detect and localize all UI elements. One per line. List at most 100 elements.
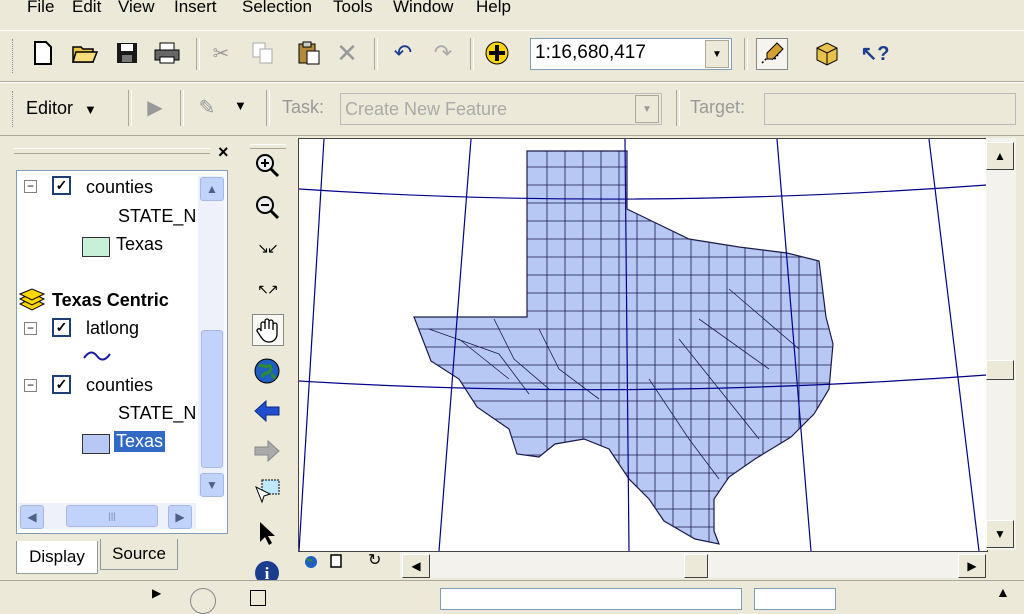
full-extent-globe-icon[interactable] [252, 356, 282, 386]
collapse-icon[interactable]: − [24, 379, 37, 392]
select-features-icon[interactable] [252, 476, 282, 506]
symbol-swatch[interactable] [82, 434, 110, 454]
menu-file[interactable]: File [27, 0, 54, 17]
layer-visibility-checkbox[interactable]: ✓ [52, 176, 71, 195]
delete-icon[interactable]: ✕ [332, 38, 362, 68]
map-display[interactable] [298, 138, 988, 552]
scroll-right-icon[interactable]: ▶ [958, 554, 986, 578]
menu-selection[interactable]: Selection [242, 0, 312, 17]
scroll-down-icon[interactable]: ▼ [986, 520, 1014, 548]
menu-edit[interactable]: Edit [72, 0, 101, 17]
layer-name[interactable]: counties [86, 375, 153, 396]
menu-insert[interactable]: Insert [174, 0, 217, 17]
zoom-in-icon[interactable] [252, 150, 282, 180]
task-label: Task: [282, 97, 325, 117]
task-dropdown[interactable]: Create New Feature ▼ [340, 93, 662, 125]
chevron-down-icon: ▼ [84, 102, 97, 117]
map-vertical-scrollbar[interactable] [986, 138, 1016, 550]
rectangle-icon[interactable] [250, 590, 266, 606]
layer-visibility-checkbox[interactable]: ✓ [52, 375, 71, 394]
menu-tools[interactable]: Tools [333, 0, 373, 17]
menu-view[interactable]: View [118, 0, 155, 17]
toolbar-grip[interactable] [12, 39, 16, 73]
scroll-left-icon[interactable]: ◀ [402, 554, 430, 578]
toolbar-grip[interactable] [12, 91, 16, 127]
arctoolbox-icon[interactable] [812, 38, 842, 68]
chevron-down-icon[interactable]: ▼ [635, 95, 659, 123]
data-view-icon[interactable] [304, 555, 318, 572]
tab-source-label: Source [112, 544, 166, 563]
task-value: Create New Feature [345, 99, 508, 119]
cut-icon[interactable]: ✂ [206, 38, 236, 68]
menu-window[interactable]: Window [393, 0, 453, 17]
copy-icon[interactable] [248, 38, 278, 68]
pan-hand-icon[interactable] [252, 314, 284, 346]
symbol-label-selected: Texas [114, 431, 166, 452]
editor-menu-label: Editor [26, 98, 74, 118]
map-scale-combo[interactable]: 1:16,680,417 ▼ [530, 38, 732, 70]
edit-tool-arrow-icon[interactable]: ▶ [140, 92, 170, 122]
paste-icon[interactable] [294, 38, 324, 68]
whats-this-help-icon[interactable]: ↖? [860, 38, 890, 68]
print-icon[interactable] [152, 38, 182, 68]
go-back-arrow-icon[interactable] [252, 396, 282, 426]
map-scale-value: 1:16,680,417 [535, 42, 646, 63]
sketch-pencil-icon[interactable]: ✎ [192, 92, 222, 122]
tab-source[interactable]: Source [100, 539, 178, 570]
open-folder-icon[interactable] [70, 38, 100, 68]
data-frame-name[interactable]: Texas Centric [52, 290, 169, 311]
scroll-thumb[interactable] [986, 360, 1014, 380]
close-icon[interactable]: × [218, 142, 229, 163]
texas-fill-shape [414, 151, 833, 544]
scroll-left-icon[interactable]: ◀ [20, 505, 44, 529]
chevron-down-icon[interactable]: ▼ [705, 40, 729, 68]
save-icon[interactable] [112, 38, 142, 68]
layer-name[interactable]: counties [86, 177, 153, 198]
add-data-icon[interactable] [482, 38, 512, 68]
toolbar-separator [128, 90, 132, 126]
symbol-label: Texas [116, 234, 164, 254]
go-forward-arrow-icon[interactable] [252, 436, 282, 466]
tab-display[interactable]: Display [16, 541, 98, 574]
zoom-out-icon[interactable] [252, 192, 282, 222]
panel-grip[interactable] [14, 148, 210, 154]
symbology-field: STATE_N [118, 206, 197, 226]
new-document-icon[interactable] [28, 38, 58, 68]
select-elements-arrow-icon[interactable] [252, 518, 282, 548]
layer-visibility-checkbox[interactable]: ✓ [52, 318, 71, 337]
editor-menu-button[interactable]: Editor ▼ [26, 98, 97, 119]
toolbar-separator [470, 38, 474, 70]
toolbar-separator [196, 38, 200, 70]
line-symbol-icon[interactable] [82, 346, 112, 371]
undo-icon[interactable]: ↶ [388, 38, 418, 68]
font-size-combo[interactable] [754, 588, 836, 610]
symbol-swatch[interactable] [82, 237, 110, 257]
select-arrow-icon[interactable]: ▶ [152, 586, 161, 600]
menu-help[interactable]: Help [476, 0, 511, 17]
fixed-zoom-in-icon[interactable]: ↘↙ [252, 233, 282, 263]
data-frame-icon [18, 288, 46, 317]
refresh-icon[interactable]: ↻ [368, 550, 381, 570]
scroll-thumb[interactable]: ||| [66, 505, 158, 527]
menu-bar: File Edit View Insert Selection Tools Wi… [0, 0, 1024, 20]
chevron-down-icon[interactable]: ▼ [234, 98, 247, 113]
target-dropdown[interactable] [764, 93, 1016, 125]
rotate-icon[interactable] [190, 588, 216, 614]
scroll-thumb[interactable] [684, 554, 708, 578]
tab-display-label: Display [29, 547, 85, 566]
layer-name[interactable]: latlong [86, 318, 139, 339]
editor-toolbar-icon[interactable] [756, 38, 788, 70]
redo-icon[interactable]: ↷ [428, 38, 458, 68]
toolbar-separator [374, 38, 378, 70]
scroll-up-icon[interactable]: ▲ [986, 142, 1014, 170]
scroll-right-icon[interactable]: ▶ [168, 505, 192, 529]
scroll-down-icon[interactable]: ▼ [200, 473, 224, 497]
scroll-up-icon[interactable]: ▲ [200, 177, 224, 201]
collapse-icon[interactable]: − [24, 180, 37, 193]
layout-view-icon[interactable] [330, 554, 342, 573]
collapse-icon[interactable]: − [24, 322, 37, 335]
scroll-thumb[interactable] [201, 330, 223, 468]
font-combo[interactable] [440, 588, 742, 610]
scroll-up-icon[interactable]: ▲ [996, 584, 1010, 600]
fixed-zoom-out-icon[interactable]: ↖↗ [252, 274, 282, 304]
